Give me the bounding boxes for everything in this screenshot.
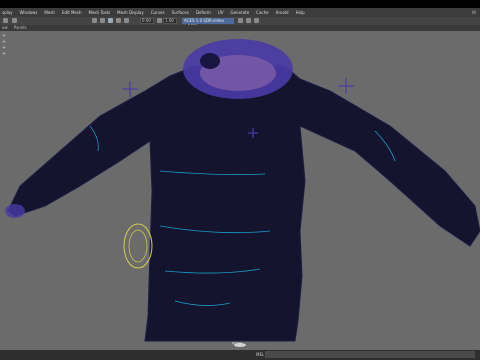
menu-mesh-tools[interactable]: Mesh Tools: [89, 8, 111, 17]
menu-cache[interactable]: Cache: [256, 8, 268, 17]
menu-edit-mesh[interactable]: Edit Mesh: [62, 8, 82, 17]
grid-icon[interactable]: [92, 18, 97, 23]
gear-icon[interactable]: [3, 18, 8, 23]
gamma-icon[interactable]: [157, 18, 162, 23]
menu-help[interactable]: Help: [296, 8, 305, 17]
fur-shadow: [200, 53, 220, 69]
scene-canvas: [5, 39, 480, 347]
wireframe-icon[interactable]: [100, 18, 105, 23]
controller-curve[interactable]: [128, 229, 148, 263]
cuff-wireframe: [5, 204, 25, 218]
menu-windows[interactable]: Windows: [20, 8, 38, 17]
command-line: MEL: [0, 350, 480, 360]
texture-icon[interactable]: [238, 18, 243, 23]
camera-icon[interactable]: [12, 18, 17, 23]
menu-uv[interactable]: UV: [218, 8, 224, 17]
workspace-label[interactable]: W: [472, 8, 476, 17]
perspective-viewport[interactable]: + + + + persp: [0, 31, 480, 350]
gamma-field[interactable]: 1.00: [163, 18, 177, 24]
camera-name-label: persp: [232, 341, 242, 345]
exposure-field[interactable]: 0.00: [140, 18, 154, 24]
xray-icon[interactable]: [246, 18, 251, 23]
shadow-icon[interactable]: [124, 18, 129, 23]
maya-window: splay Windows Mesh Edit Mesh Mesh Tools …: [0, 0, 480, 360]
menu-mesh-display[interactable]: Mesh Display: [117, 8, 144, 17]
isolate-icon[interactable]: [254, 18, 259, 23]
mel-input[interactable]: [265, 351, 475, 358]
menu-mesh[interactable]: Mesh: [44, 8, 55, 17]
main-menu-bar: splay Windows Mesh Edit Mesh Mesh Tools …: [0, 8, 480, 17]
menu-surfaces[interactable]: Surfaces: [172, 8, 189, 17]
menu-display[interactable]: splay: [2, 8, 13, 17]
viewport-toolbar: 0.00 1.00 ACES 1.0 SDR-video (sRGB): [0, 17, 480, 29]
menu-generate[interactable]: Generate: [230, 8, 249, 17]
menu-arnold[interactable]: Arnold: [276, 8, 289, 17]
jacket-model: [7, 65, 480, 342]
menu-curves[interactable]: Curves: [151, 8, 165, 17]
menu-deform[interactable]: Deform: [196, 8, 211, 17]
colorspace-dropdown[interactable]: ACES 1.0 SDR-video (sRGB): [182, 18, 234, 29]
mel-label: MEL: [256, 352, 265, 357]
light-icon[interactable]: [116, 18, 121, 23]
controller-curve[interactable]: [123, 223, 153, 269]
shaded-icon[interactable]: [108, 18, 113, 23]
